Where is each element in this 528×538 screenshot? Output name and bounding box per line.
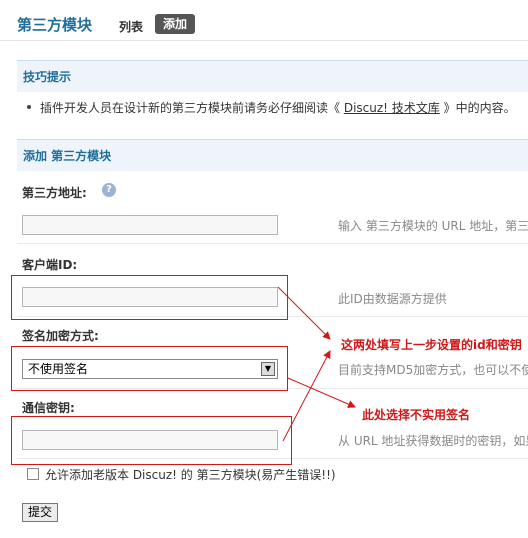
- annotation-note-id-secret: 这两处填写上一步设置的id和密钥: [341, 338, 522, 352]
- arrow-secret: [282, 350, 331, 442]
- annotation-note-no-sign: 此处选择不实用签名: [362, 408, 471, 422]
- annotation-arrows: [277, 286, 356, 442]
- arrow-sign: [287, 377, 356, 408]
- arrow-client-id: [277, 286, 331, 340]
